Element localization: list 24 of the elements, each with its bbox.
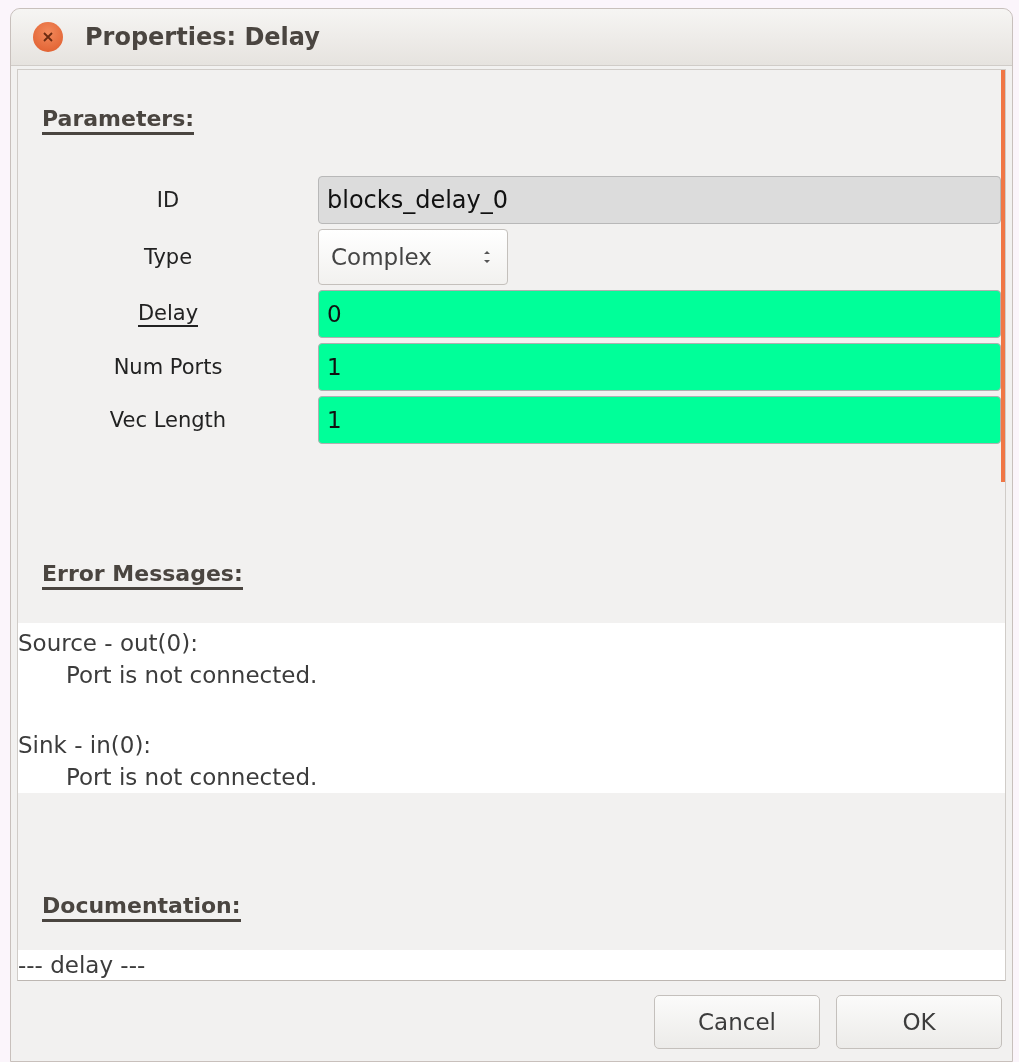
dialog-button[interactable]: Cancel — [654, 995, 820, 1049]
section-heading: Documentation: — [42, 892, 241, 922]
input-field[interactable]: 0 — [318, 290, 1001, 338]
parameter-label: Vec Length — [109, 408, 227, 432]
section-heading: Parameters: — [42, 106, 195, 135]
close-icon — [41, 30, 55, 44]
dialog-button[interactable]: OK — [836, 995, 1002, 1049]
error-message: Port is not connected. — [65, 660, 319, 690]
window-title: Properties: Delay — [85, 23, 320, 51]
scroll-bar[interactable] — [1001, 70, 1005, 482]
error-message: Port is not connected. — [65, 762, 319, 792]
input-field[interactable]: 1 — [318, 343, 1001, 391]
input-field[interactable]: 1 — [318, 396, 1001, 444]
error-source: Source - out(0): — [18, 628, 199, 658]
parameter-label: Num Ports — [113, 355, 223, 379]
id-field[interactable]: blocks_delay_0 — [318, 176, 1001, 224]
close-button[interactable] — [33, 22, 63, 52]
parameter-label: Delay — [137, 301, 199, 327]
type-dropdown[interactable]: Complex — [318, 229, 508, 285]
documentation-text: --- delay --- — [18, 951, 147, 980]
parameter-label: Type — [143, 245, 193, 269]
parameter-label: ID — [156, 188, 180, 212]
section-heading: Error Messages: — [42, 561, 243, 591]
error-source: Sink - in(0): — [18, 730, 153, 760]
